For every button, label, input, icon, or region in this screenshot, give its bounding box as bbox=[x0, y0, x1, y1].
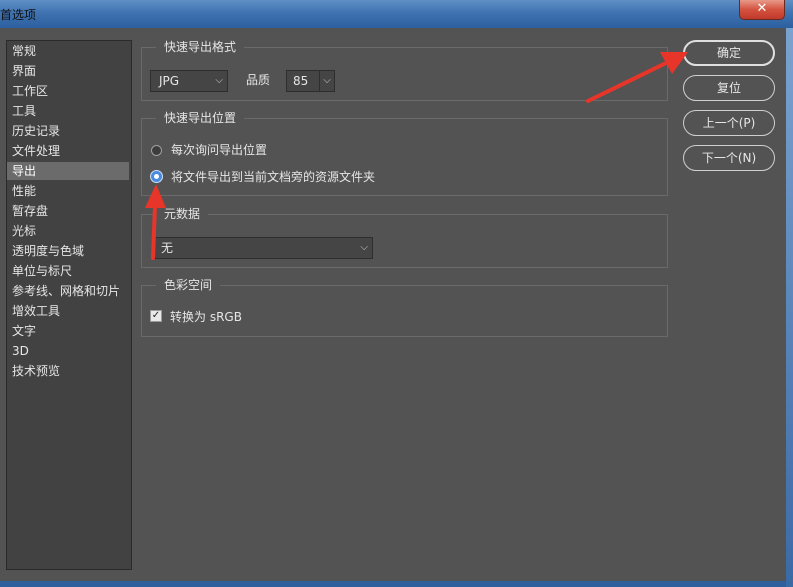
window-title: 首选项 bbox=[0, 8, 37, 22]
next-button[interactable]: 下一个(N) bbox=[683, 145, 775, 171]
sidebar-item-guides[interactable]: 参考线、网格和切片 bbox=[7, 282, 129, 300]
ok-button[interactable]: 确定 bbox=[683, 40, 775, 66]
chevron-down-icon: ⌵ bbox=[360, 242, 368, 253]
convert-srgb-label: 转换为 sRGB bbox=[170, 310, 242, 324]
quick-export-format-legend: 快速导出格式 bbox=[156, 39, 245, 55]
title-bar: 首选项 ✕ bbox=[0, 0, 793, 28]
metadata-group: 元数据 无 ⌵ bbox=[141, 206, 668, 268]
sidebar-item-export[interactable]: 导出 bbox=[7, 162, 129, 180]
quick-export-location-legend: 快速导出位置 bbox=[156, 110, 245, 126]
color-space-legend: 色彩空间 bbox=[156, 277, 221, 293]
close-icon: ✕ bbox=[756, 1, 768, 16]
metadata-legend: 元数据 bbox=[156, 206, 209, 222]
sidebar-item-plugins[interactable]: 增效工具 bbox=[7, 302, 129, 320]
quick-export-format-group: 快速导出格式 JPG ⌵ 品质 85 ⌵ bbox=[141, 39, 668, 101]
sidebar-item-workspace[interactable]: 工作区 bbox=[7, 82, 129, 100]
convert-srgb-checkbox[interactable]: ✓ bbox=[150, 310, 162, 322]
close-button[interactable]: ✕ bbox=[739, 0, 785, 20]
quality-label: 品质 bbox=[246, 73, 271, 87]
sidebar: 常规 界面 工作区 工具 历史记录 文件处理 导出 性能 暂存盘 光标 透明度与… bbox=[6, 40, 132, 570]
window-frame-bottom bbox=[0, 581, 786, 587]
sidebar-item-history[interactable]: 历史记录 bbox=[7, 122, 129, 140]
prev-button[interactable]: 上一个(P) bbox=[683, 110, 775, 136]
radio-export-to-assets[interactable] bbox=[151, 171, 162, 182]
sidebar-item-tech-preview[interactable]: 技术预览 bbox=[7, 362, 129, 380]
quality-dropdown-button[interactable]: ⌵ bbox=[319, 70, 335, 92]
format-select-value: JPG bbox=[159, 74, 180, 88]
metadata-select-value: 无 bbox=[161, 241, 174, 255]
sidebar-item-type[interactable]: 文字 bbox=[7, 322, 129, 340]
sidebar-item-units[interactable]: 单位与标尺 bbox=[7, 262, 129, 280]
format-select[interactable]: JPG ⌵ bbox=[150, 70, 228, 92]
sidebar-item-transparency[interactable]: 透明度与色域 bbox=[7, 242, 129, 260]
sidebar-item-3d[interactable]: 3D bbox=[7, 342, 129, 360]
preferences-dialog: 常规 界面 工作区 工具 历史记录 文件处理 导出 性能 暂存盘 光标 透明度与… bbox=[0, 28, 786, 581]
sidebar-item-cursors[interactable]: 光标 bbox=[7, 222, 129, 240]
sidebar-item-general[interactable]: 常规 bbox=[7, 42, 129, 60]
metadata-select[interactable]: 无 ⌵ bbox=[152, 237, 373, 259]
radio-export-to-assets-label: 将文件导出到当前文档旁的资源文件夹 bbox=[171, 170, 376, 184]
sidebar-item-tools[interactable]: 工具 bbox=[7, 102, 129, 120]
radio-ask-location[interactable] bbox=[151, 145, 162, 156]
color-space-group: 色彩空间 ✓ 转换为 sRGB bbox=[141, 277, 668, 337]
sidebar-item-performance[interactable]: 性能 bbox=[7, 182, 129, 200]
window-frame-right bbox=[786, 28, 793, 587]
sidebar-item-scratch-disks[interactable]: 暂存盘 bbox=[7, 202, 129, 220]
check-icon: ✓ bbox=[151, 310, 161, 321]
sidebar-item-file-handling[interactable]: 文件处理 bbox=[7, 142, 129, 160]
quality-input[interactable]: 85 bbox=[286, 70, 320, 92]
reset-button[interactable]: 复位 bbox=[683, 75, 775, 101]
chevron-down-icon: ⌵ bbox=[215, 75, 223, 86]
quick-export-location-group: 快速导出位置 每次询问导出位置 将文件导出到当前文档旁的资源文件夹 bbox=[141, 110, 668, 196]
sidebar-item-interface[interactable]: 界面 bbox=[7, 62, 129, 80]
chevron-down-icon: ⌵ bbox=[323, 75, 331, 86]
radio-ask-location-label: 每次询问导出位置 bbox=[171, 143, 268, 157]
